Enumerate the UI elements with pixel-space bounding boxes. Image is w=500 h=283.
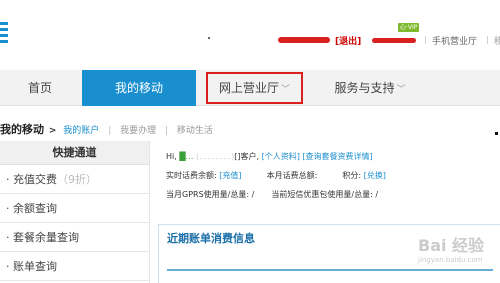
breadcrumb-handle[interactable]: 我要办理 (120, 126, 156, 136)
account-line-1: Hi, █… (…………)[]客户, [个人资料] [查询套餐资费详情] (166, 147, 386, 166)
redeem-link[interactable]: [兑换] (364, 171, 386, 180)
sidebar-item-bill[interactable]: · 账单查询 (0, 252, 149, 281)
nav-online-hall[interactable]: 网上营业厅 ﹀ (206, 72, 303, 104)
nav-home[interactable]: 首页 (0, 70, 80, 106)
watermark-text: Bai 经验 (418, 236, 485, 255)
nav-label: 网上营业厅 (218, 81, 279, 95)
sidebar-item-label: 套餐余量查询 (13, 231, 79, 244)
account-line-3: 当月GPRS使用量/总量: / 当前短信优惠包使用量/总量: / (166, 185, 386, 204)
sidebar-item-package[interactable]: · 套餐余量查询 (0, 223, 149, 252)
balance-label: 实时话费余额: (166, 171, 217, 180)
recent-bill-title: 近期账单消费信息 (167, 232, 255, 245)
breadcrumb-separator: | (108, 126, 112, 136)
nav-label: 我的移动 (114, 81, 163, 95)
sidebar-item-label: 余额查询 (13, 202, 57, 215)
profile-link[interactable]: [个人资料] (262, 152, 300, 161)
header-dot (208, 37, 210, 39)
vip-badge: 心·VIP (398, 23, 420, 32)
sms-usage: 当前短信优惠包使用量/总量: / (271, 190, 379, 199)
nav-service-support[interactable]: 服务与支持 ﹀ (318, 70, 422, 106)
mobile-hall-link[interactable]: 手机营业厅 (432, 34, 477, 47)
customer-level: []客户, (234, 152, 260, 161)
sidebar-item-recharge[interactable]: · 充值交费（9折） (0, 165, 149, 194)
redacted-username (278, 37, 330, 43)
chevron-down-icon: ﹀ (396, 85, 406, 95)
nav-label: 服务与支持 (334, 81, 395, 95)
breadcrumb-my-account[interactable]: 我的账户 (63, 126, 99, 136)
account-line-2: 实时话费余额: [充值] 本月话费总额: 积分: [兑换] (166, 166, 386, 185)
chevron-down-icon: ﹀ (281, 85, 291, 95)
logo-icon[interactable] (0, 22, 8, 46)
watermark: Bai 经验 jingyan.baidu.com (418, 232, 484, 264)
points-label: 积分: (342, 171, 362, 180)
nav-label: 首页 (27, 81, 52, 95)
logout-link[interactable]: [退出] (335, 34, 361, 47)
watermark-sub: jingyan.baidu.com (418, 256, 483, 264)
breadcrumb-mobile-life[interactable]: 移动生活 (177, 126, 213, 136)
account-info: Hi, █… (…………)[]客户, [个人资料] [查询套餐资费详情] 实时话… (166, 147, 386, 204)
breadcrumb-separator: | (165, 126, 169, 136)
greeting: Hi, (166, 152, 177, 161)
sidebar-title: 快捷通道 (0, 141, 149, 165)
package-detail-link[interactable]: [查询套餐资费详情] (302, 152, 372, 161)
bullet-dot (495, 132, 498, 135)
nav-my-mobile[interactable]: 我的移动 (82, 70, 196, 106)
sidebar: 快捷通道 · 充值交费（9折） · 余额查询 · 套餐余量查询 · 账单查询 (0, 141, 150, 283)
breadcrumb-title: 我的移动 (0, 123, 44, 136)
sidebar-item-label: 充值交费 (13, 173, 57, 186)
month-total-label: 本月话费总额: (266, 171, 318, 180)
gprs-usage: 当月GPRS使用量/总量: / (166, 190, 255, 199)
redacted-link (372, 38, 416, 43)
breadcrumb: 我的移动 > 我的账户 | 我要办理 | 移动生活 (0, 121, 213, 137)
main-nav: 首页 我的移动 网上营业厅 ﹀ 服务与支持 ﹀ (0, 70, 500, 106)
header-separator: | (486, 35, 489, 44)
header-more-link[interactable]: 移 (494, 34, 500, 47)
sidebar-item-balance[interactable]: · 余额查询 (0, 194, 149, 223)
recharge-link[interactable]: [充值] (219, 171, 241, 180)
sidebar-item-label: 账单查询 (13, 260, 57, 273)
bill-divider (167, 269, 493, 271)
page: [退出] 心·VIP | 手机营业厅 | 移 首页 我的移动 网上营业厅 ﹀ 服务… (0, 0, 500, 283)
breadcrumb-arrow: > (48, 126, 57, 136)
sidebar-item-extra: （9折） (57, 173, 97, 186)
header-separator: | (424, 35, 427, 44)
masked-number: (…………) (196, 152, 235, 161)
masked-name: █… (179, 152, 194, 161)
